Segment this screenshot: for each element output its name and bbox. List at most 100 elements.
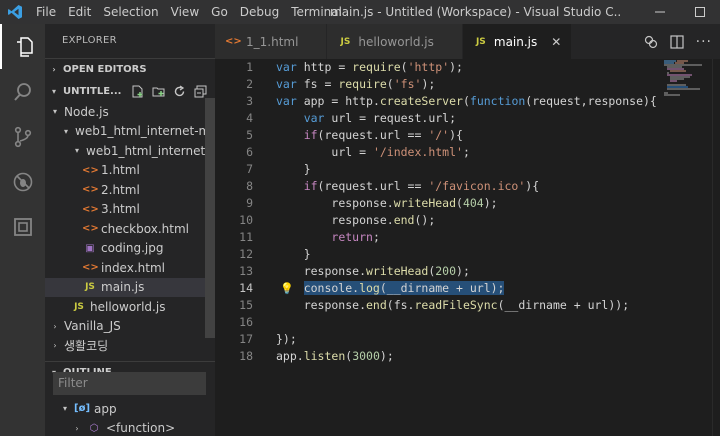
code-token: readFileSync <box>414 298 498 312</box>
file-item[interactable]: <> checkbox.html <box>45 219 215 239</box>
code-token: '/index.html' <box>372 145 463 159</box>
tab-label: main.js <box>493 34 538 49</box>
code-token: var <box>303 111 325 125</box>
code-line: 16 <box>215 314 655 331</box>
menu-item-view[interactable]: View <box>165 0 205 24</box>
extensions-icon[interactable] <box>0 204 45 249</box>
menu-bar: File Edit Selection View Go Debug Terminal <box>30 0 348 24</box>
file-item[interactable]: <> 3.html <box>45 200 215 220</box>
source-control-icon[interactable] <box>0 114 45 159</box>
outline-item[interactable]: › ⬡ <function> <box>45 419 215 436</box>
menu-item-debug[interactable]: Debug <box>234 0 285 24</box>
sidebar-scrollbar[interactable] <box>205 98 215 338</box>
code-text: if(request.url == '/'){ <box>304 127 463 144</box>
image-file-icon: ▣ <box>85 242 95 254</box>
line-number: 8 <box>246 179 253 193</box>
workspace-label: UNTITLE... <box>63 85 122 97</box>
file-label: main.js <box>101 280 145 295</box>
code-token: end <box>366 298 387 312</box>
file-label: index.html <box>101 260 165 275</box>
html-file-icon: <> <box>82 223 99 235</box>
file-item[interactable]: ▣ coding.jpg <box>45 239 215 259</box>
folder-item[interactable]: › 생활코딩 <box>45 336 215 356</box>
outline-tree: ▾ [ø] app › ⬡ <function> <box>45 399 215 436</box>
editor-scrollbar[interactable] <box>712 59 720 436</box>
chevron-down-icon: ▾ <box>51 86 56 96</box>
line-number: 10 <box>239 213 253 227</box>
file-label: 생활코딩 <box>64 339 109 354</box>
refresh-icon[interactable] <box>173 84 186 98</box>
code-token: ); <box>379 349 394 363</box>
file-item[interactable]: <> 2.html <box>45 180 215 200</box>
maximize-button[interactable] <box>680 0 720 24</box>
code-token: fs = <box>296 77 339 91</box>
file-item[interactable]: JS helloworld.js <box>45 297 215 317</box>
file-item[interactable]: <> index.html <box>45 258 215 278</box>
code-line: 13 response.writeHead(200); <box>215 263 655 280</box>
code-token: function <box>469 94 526 108</box>
open-changes-icon[interactable] <box>644 35 658 49</box>
menu-item-edit[interactable]: Edit <box>62 0 97 24</box>
code-line: 5 if(request.url == '/'){ <box>215 127 655 144</box>
code-token: ( <box>462 94 470 108</box>
folder-item[interactable]: ▾ web1_html_internet-m... <box>45 122 215 142</box>
file-item[interactable]: JS main.js <box>45 277 215 297</box>
code-token: (__dirname + url)); <box>497 298 630 312</box>
code-editor[interactable]: 1 var http = require('http'); 2 var fs = re… <box>215 59 720 436</box>
code-line: 7} <box>215 161 655 178</box>
code-token: 'http' <box>407 60 450 74</box>
code-token: require <box>352 60 401 74</box>
code-text: app.listen(3000); <box>276 348 394 365</box>
menu-item-go[interactable]: Go <box>205 0 234 24</box>
open-editors-section[interactable]: › OPEN EDITORS <box>45 58 215 80</box>
tab-helloworld-js[interactable]: JS helloworld.js <box>327 24 463 59</box>
folder-item[interactable]: › Vanilla_JS <box>45 317 215 337</box>
code-token: ( <box>386 77 394 91</box>
new-file-icon[interactable] <box>131 85 144 98</box>
outline-item[interactable]: ▾ [ø] app <box>45 399 215 419</box>
file-label: Node.js <box>64 104 109 119</box>
line-number: 15 <box>239 298 253 312</box>
minimize-button[interactable] <box>640 0 680 24</box>
close-icon[interactable]: ✕ <box>551 35 561 49</box>
outline-filter-input[interactable]: Filter <box>53 372 206 395</box>
code-line: 9 response.writeHead(404); <box>215 195 655 212</box>
code-token: (__dirname + url); <box>379 281 505 295</box>
code-token: url = request.url; <box>324 111 457 125</box>
more-actions-icon[interactable]: ··· <box>696 34 712 50</box>
code-line: 4 var url = request.url; <box>215 110 655 127</box>
menu-item-selection[interactable]: Selection <box>97 0 164 24</box>
split-editor-icon[interactable] <box>670 34 684 49</box>
code-line: 2 var fs = require('fs'); <box>215 76 655 93</box>
code-token: ; <box>372 230 380 244</box>
workspace-section[interactable]: ▾ UNTITLE... <box>45 80 215 102</box>
collapse-all-icon[interactable] <box>194 85 207 98</box>
line-number: 17 <box>239 332 253 346</box>
folder-item[interactable]: ▾ Node.js <box>45 102 215 122</box>
code-text: response.end(fs.readFileSync(__dirname +… <box>304 297 629 314</box>
code-token: console. <box>303 281 360 295</box>
files-icon[interactable] <box>0 24 45 69</box>
search-icon[interactable] <box>0 69 45 114</box>
folder-item[interactable]: ▾ web1_html_internet-... <box>45 141 215 161</box>
file-label: 3.html <box>101 202 140 217</box>
new-folder-icon[interactable] <box>152 85 165 98</box>
lightbulb-icon[interactable]: 💡 <box>280 280 294 297</box>
line-number: 12 <box>239 247 253 261</box>
debug-icon[interactable] <box>0 159 45 204</box>
file-label: checkbox.html <box>101 221 189 236</box>
file-item[interactable]: <> 1.html <box>45 161 215 181</box>
tab-1-1-html[interactable]: <> 1_1.html <box>215 24 328 59</box>
code-token: 3000 <box>352 349 380 363</box>
file-label: helloworld.js <box>90 299 166 314</box>
code-token: end <box>393 213 415 227</box>
code-token: 200 <box>435 264 457 278</box>
menu-item-file[interactable]: File <box>30 0 62 24</box>
minimap[interactable] <box>662 59 712 99</box>
tab-main-js[interactable]: JS main.js ✕ <box>462 24 573 59</box>
code-token: writeHead <box>366 264 429 278</box>
code-token: response. <box>303 298 366 312</box>
code-token: ( <box>400 60 408 74</box>
chevron-down-icon: ▾ <box>62 404 67 414</box>
line-number: 1 <box>246 60 253 74</box>
